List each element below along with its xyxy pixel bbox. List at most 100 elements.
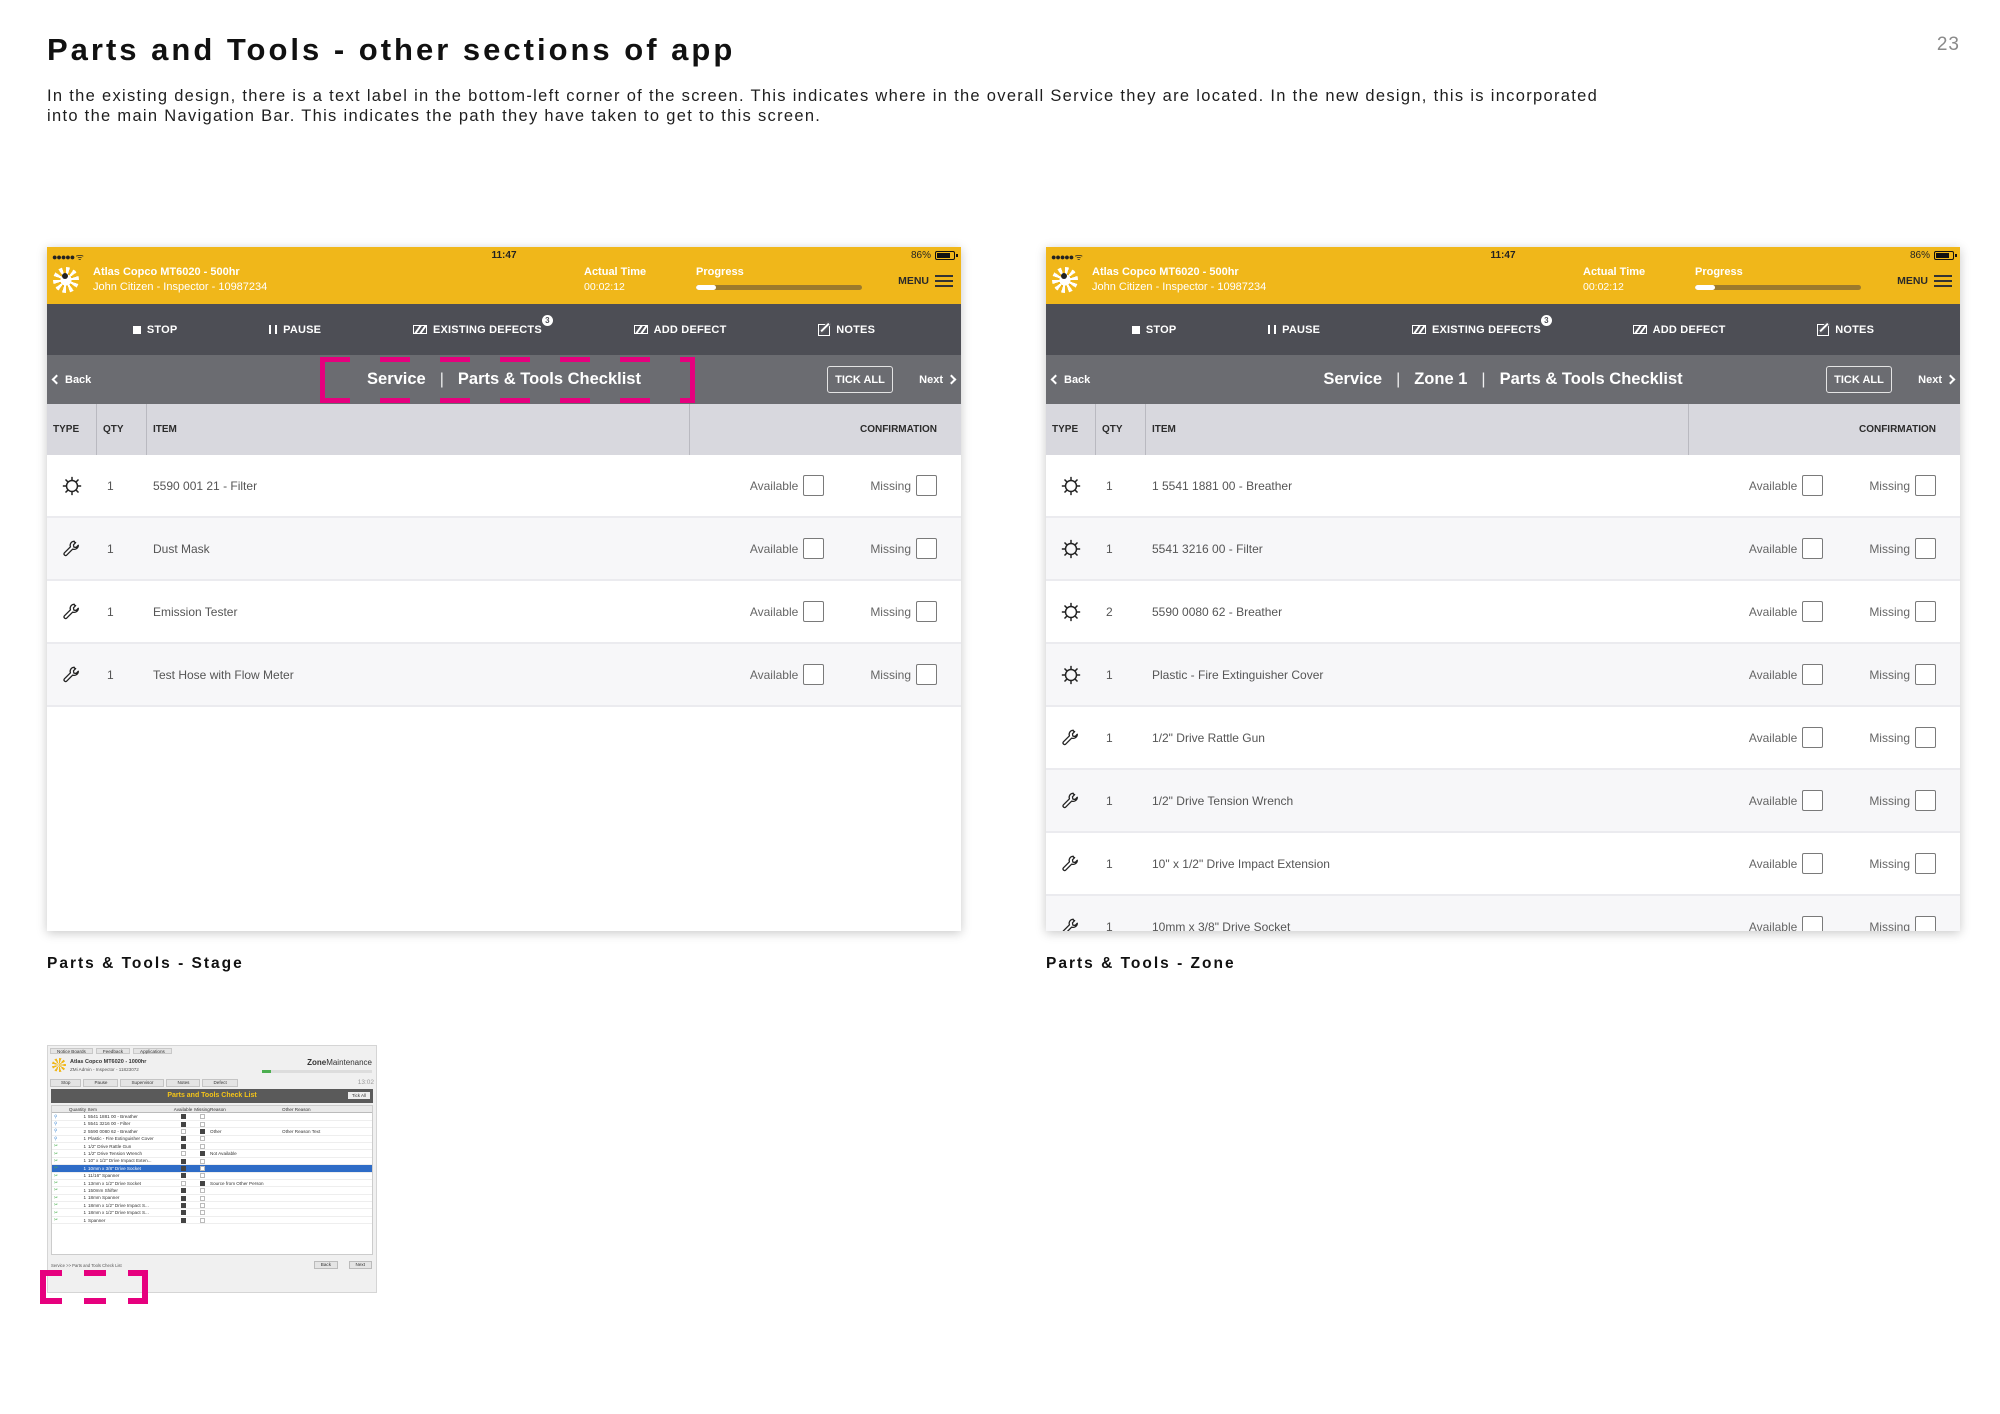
legacy-missing-checkbox[interactable]: [194, 1210, 210, 1216]
legacy-available-checkbox[interactable]: [172, 1165, 194, 1171]
legacy-available-checkbox[interactable]: [172, 1210, 194, 1216]
missing-checkbox[interactable]: [1915, 538, 1936, 559]
missing-checkbox[interactable]: [1915, 727, 1936, 748]
available-checkbox[interactable]: [1802, 475, 1824, 496]
legacy-col-other-reason[interactable]: Other Reason: [282, 1107, 372, 1112]
legacy-available-checkbox[interactable]: [172, 1114, 194, 1120]
legacy-back-button[interactable]: Back: [313, 1261, 338, 1269]
available-checkbox[interactable]: [803, 664, 825, 685]
available-checkbox[interactable]: [1802, 664, 1824, 685]
tool-icon[interactable]: ✂: [52, 1202, 64, 1208]
breadcrumb-item[interactable]: Parts & Tools Checklist: [458, 370, 641, 389]
legacy-table-row[interactable]: ✂ 1 1/2" Drive Rattle Gun: [52, 1143, 372, 1151]
legacy-available-checkbox[interactable]: [172, 1143, 194, 1149]
missing-checkbox[interactable]: [1915, 790, 1936, 811]
tool-icon[interactable]: ✂: [52, 1195, 64, 1201]
legacy-missing-checkbox[interactable]: [194, 1114, 210, 1120]
legacy-missing-checkbox[interactable]: [194, 1188, 210, 1194]
legacy-available-checkbox[interactable]: [172, 1180, 194, 1186]
legacy-missing-checkbox[interactable]: [194, 1173, 210, 1179]
legacy-missing-checkbox[interactable]: [194, 1121, 210, 1127]
legacy-missing-checkbox[interactable]: [194, 1217, 210, 1223]
legacy-table-row[interactable]: ✂ 1 1/2" Drive Tension Wrench Not Availa…: [52, 1150, 372, 1158]
legacy-available-checkbox[interactable]: [172, 1121, 194, 1127]
legacy-supervisor-button[interactable]: Supervisor: [120, 1078, 165, 1087]
legacy-table-row[interactable]: ✂ 1 18mm x 1/2" Drive Impact S...: [52, 1209, 372, 1217]
breadcrumb-item[interactable]: Parts & Tools Checklist: [1500, 370, 1683, 389]
legacy-row-other-reason[interactable]: Other Reason Text: [282, 1129, 372, 1134]
magnifier-icon[interactable]: ⚲: [52, 1114, 64, 1120]
next-button[interactable]: Next: [1918, 355, 1956, 404]
menu-button[interactable]: MENU: [898, 275, 953, 287]
tool-icon[interactable]: ✂: [52, 1158, 64, 1164]
tick-all-button[interactable]: TICK ALL: [827, 366, 893, 393]
available-checkbox[interactable]: [1802, 916, 1824, 931]
missing-checkbox[interactable]: [1915, 475, 1936, 496]
magnifier-icon[interactable]: ⚲: [52, 1121, 64, 1127]
magnifier-icon[interactable]: ⚲: [52, 1128, 64, 1134]
breadcrumb-item[interactable]: Service: [1323, 370, 1382, 389]
tool-icon[interactable]: ✂: [52, 1210, 64, 1216]
legacy-stop-button[interactable]: Stop: [50, 1078, 82, 1087]
legacy-table-row[interactable]: ✂ 1 10" x 1/2" Drive Impact Exten...: [52, 1158, 372, 1166]
tool-icon[interactable]: ✂: [52, 1143, 64, 1149]
legacy-row-reason[interactable]: Other: [210, 1129, 282, 1134]
magnifier-icon[interactable]: ⚲: [52, 1136, 64, 1142]
existing-defects-button[interactable]: EXISTING DEFECTS 3: [1411, 314, 1552, 336]
legacy-table-row[interactable]: ✂ 1 18mm Spanner: [52, 1195, 372, 1203]
breadcrumb-item[interactable]: Service: [367, 370, 426, 389]
missing-checkbox[interactable]: [1915, 853, 1936, 874]
legacy-available-checkbox[interactable]: [172, 1202, 194, 1208]
legacy-available-checkbox[interactable]: [172, 1173, 194, 1179]
legacy-col-available[interactable]: Available: [172, 1107, 194, 1112]
legacy-available-checkbox[interactable]: [172, 1151, 194, 1157]
add-defect-button[interactable]: ADD DEFECT: [633, 324, 727, 336]
legacy-missing-checkbox[interactable]: [194, 1151, 210, 1157]
tool-icon[interactable]: ✂: [52, 1165, 64, 1171]
legacy-row-reason[interactable]: Source from Other Person: [210, 1181, 282, 1186]
legacy-available-checkbox[interactable]: [172, 1217, 194, 1223]
missing-checkbox[interactable]: [1915, 664, 1936, 685]
legacy-missing-checkbox[interactable]: [194, 1129, 210, 1134]
available-checkbox[interactable]: [1802, 601, 1824, 622]
legacy-missing-checkbox[interactable]: [194, 1165, 210, 1171]
missing-checkbox[interactable]: [916, 664, 937, 685]
legacy-table-row[interactable]: ⚲ 2 5590 0080 62 - Breather Other Other …: [52, 1128, 372, 1136]
tool-icon[interactable]: ✂: [52, 1187, 64, 1193]
tick-all-button[interactable]: TICK ALL: [1826, 366, 1892, 393]
legacy-next-button[interactable]: Next: [348, 1261, 372, 1269]
legacy-table-row[interactable]: ✂ 1 Spanner: [52, 1217, 372, 1225]
legacy-table-row[interactable]: ✂ 1 11/16" Spanner: [52, 1173, 372, 1180]
legacy-col-missing[interactable]: Missing: [194, 1107, 210, 1112]
missing-checkbox[interactable]: [916, 601, 937, 622]
available-checkbox[interactable]: [803, 475, 825, 496]
legacy-missing-checkbox[interactable]: [194, 1158, 210, 1164]
legacy-missing-checkbox[interactable]: [194, 1180, 210, 1186]
legacy-col-item[interactable]: Item: [88, 1107, 172, 1112]
missing-checkbox[interactable]: [916, 475, 937, 496]
legacy-table-row[interactable]: ⚲ 1 5541 3216 00 - Filter: [52, 1121, 372, 1129]
legacy-table-row[interactable]: ⚲ 1 5541 1881 00 - Breather: [52, 1113, 372, 1121]
pause-button[interactable]: PAUSE: [269, 324, 321, 336]
available-checkbox[interactable]: [803, 601, 825, 622]
tool-icon[interactable]: ✂: [52, 1151, 64, 1157]
legacy-table-row[interactable]: ✂ 1 18mm x 1/2" Drive Impact S...: [52, 1202, 372, 1210]
tool-icon[interactable]: ✂: [52, 1180, 64, 1186]
legacy-tab-applications[interactable]: Applications: [133, 1048, 172, 1054]
legacy-missing-checkbox[interactable]: [194, 1195, 210, 1201]
legacy-pause-button[interactable]: Pause: [83, 1078, 119, 1087]
add-defect-button[interactable]: ADD DEFECT: [1632, 324, 1726, 336]
legacy-row-reason[interactable]: Not Available: [210, 1151, 282, 1156]
legacy-missing-checkbox[interactable]: [194, 1143, 210, 1149]
menu-button[interactable]: MENU: [1897, 275, 1952, 287]
notes-button[interactable]: NOTES: [1817, 323, 1874, 336]
stop-button[interactable]: STOP: [1131, 324, 1177, 336]
next-button[interactable]: Next: [919, 355, 957, 404]
legacy-table-row[interactable]: ✂ 1 150mm Shifter: [52, 1187, 372, 1195]
tool-icon[interactable]: ✂: [52, 1217, 64, 1223]
available-checkbox[interactable]: [803, 538, 825, 559]
available-checkbox[interactable]: [1802, 853, 1824, 874]
missing-checkbox[interactable]: [916, 538, 937, 559]
legacy-table-row[interactable]: ✂ 1 13mm x 1/2" Drive Socket Source from…: [52, 1180, 372, 1188]
legacy-tab-notice-boards[interactable]: Notice Boards: [50, 1048, 93, 1054]
